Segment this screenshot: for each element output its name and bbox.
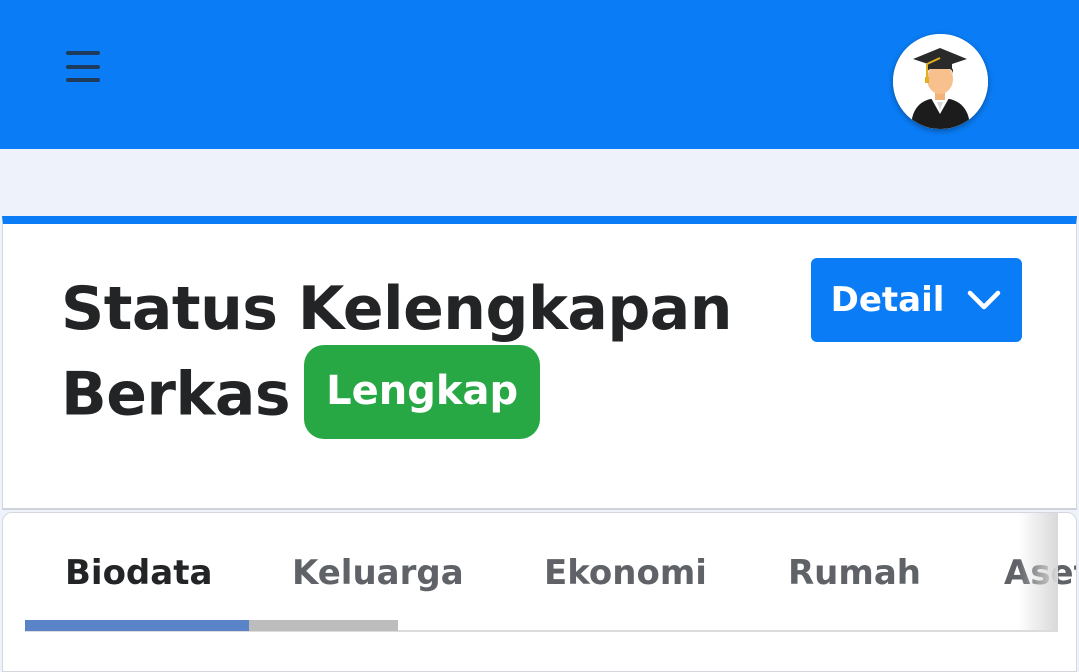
tabs-scroll-fade bbox=[1018, 513, 1058, 631]
detail-button-label: Detail bbox=[830, 280, 945, 320]
detail-button[interactable]: Detail bbox=[811, 258, 1022, 342]
page-title: Status Kelengkapan Berkas Lengkap bbox=[61, 267, 741, 445]
tabs-panel: Biodata Keluarga Ekonomi Rumah Aset bbox=[2, 512, 1077, 672]
tab-biodata[interactable]: Biodata bbox=[65, 553, 212, 593]
tab-rumah[interactable]: Rumah bbox=[788, 553, 921, 593]
status-badge: Lengkap bbox=[304, 345, 541, 439]
page-background-strip bbox=[0, 149, 1079, 217]
chevron-down-icon bbox=[968, 290, 1001, 310]
graduate-avatar-icon bbox=[893, 34, 988, 129]
tab-ekonomi[interactable]: Ekonomi bbox=[544, 553, 707, 593]
tab-keluarga[interactable]: Keluarga bbox=[292, 553, 464, 593]
tabs-scrollbar-thumb[interactable] bbox=[25, 620, 249, 631]
status-card: Status Kelengkapan Berkas Lengkap Detail bbox=[2, 216, 1077, 510]
top-navbar bbox=[0, 0, 1079, 149]
user-avatar[interactable] bbox=[893, 34, 988, 129]
hamburger-icon[interactable] bbox=[66, 51, 100, 82]
